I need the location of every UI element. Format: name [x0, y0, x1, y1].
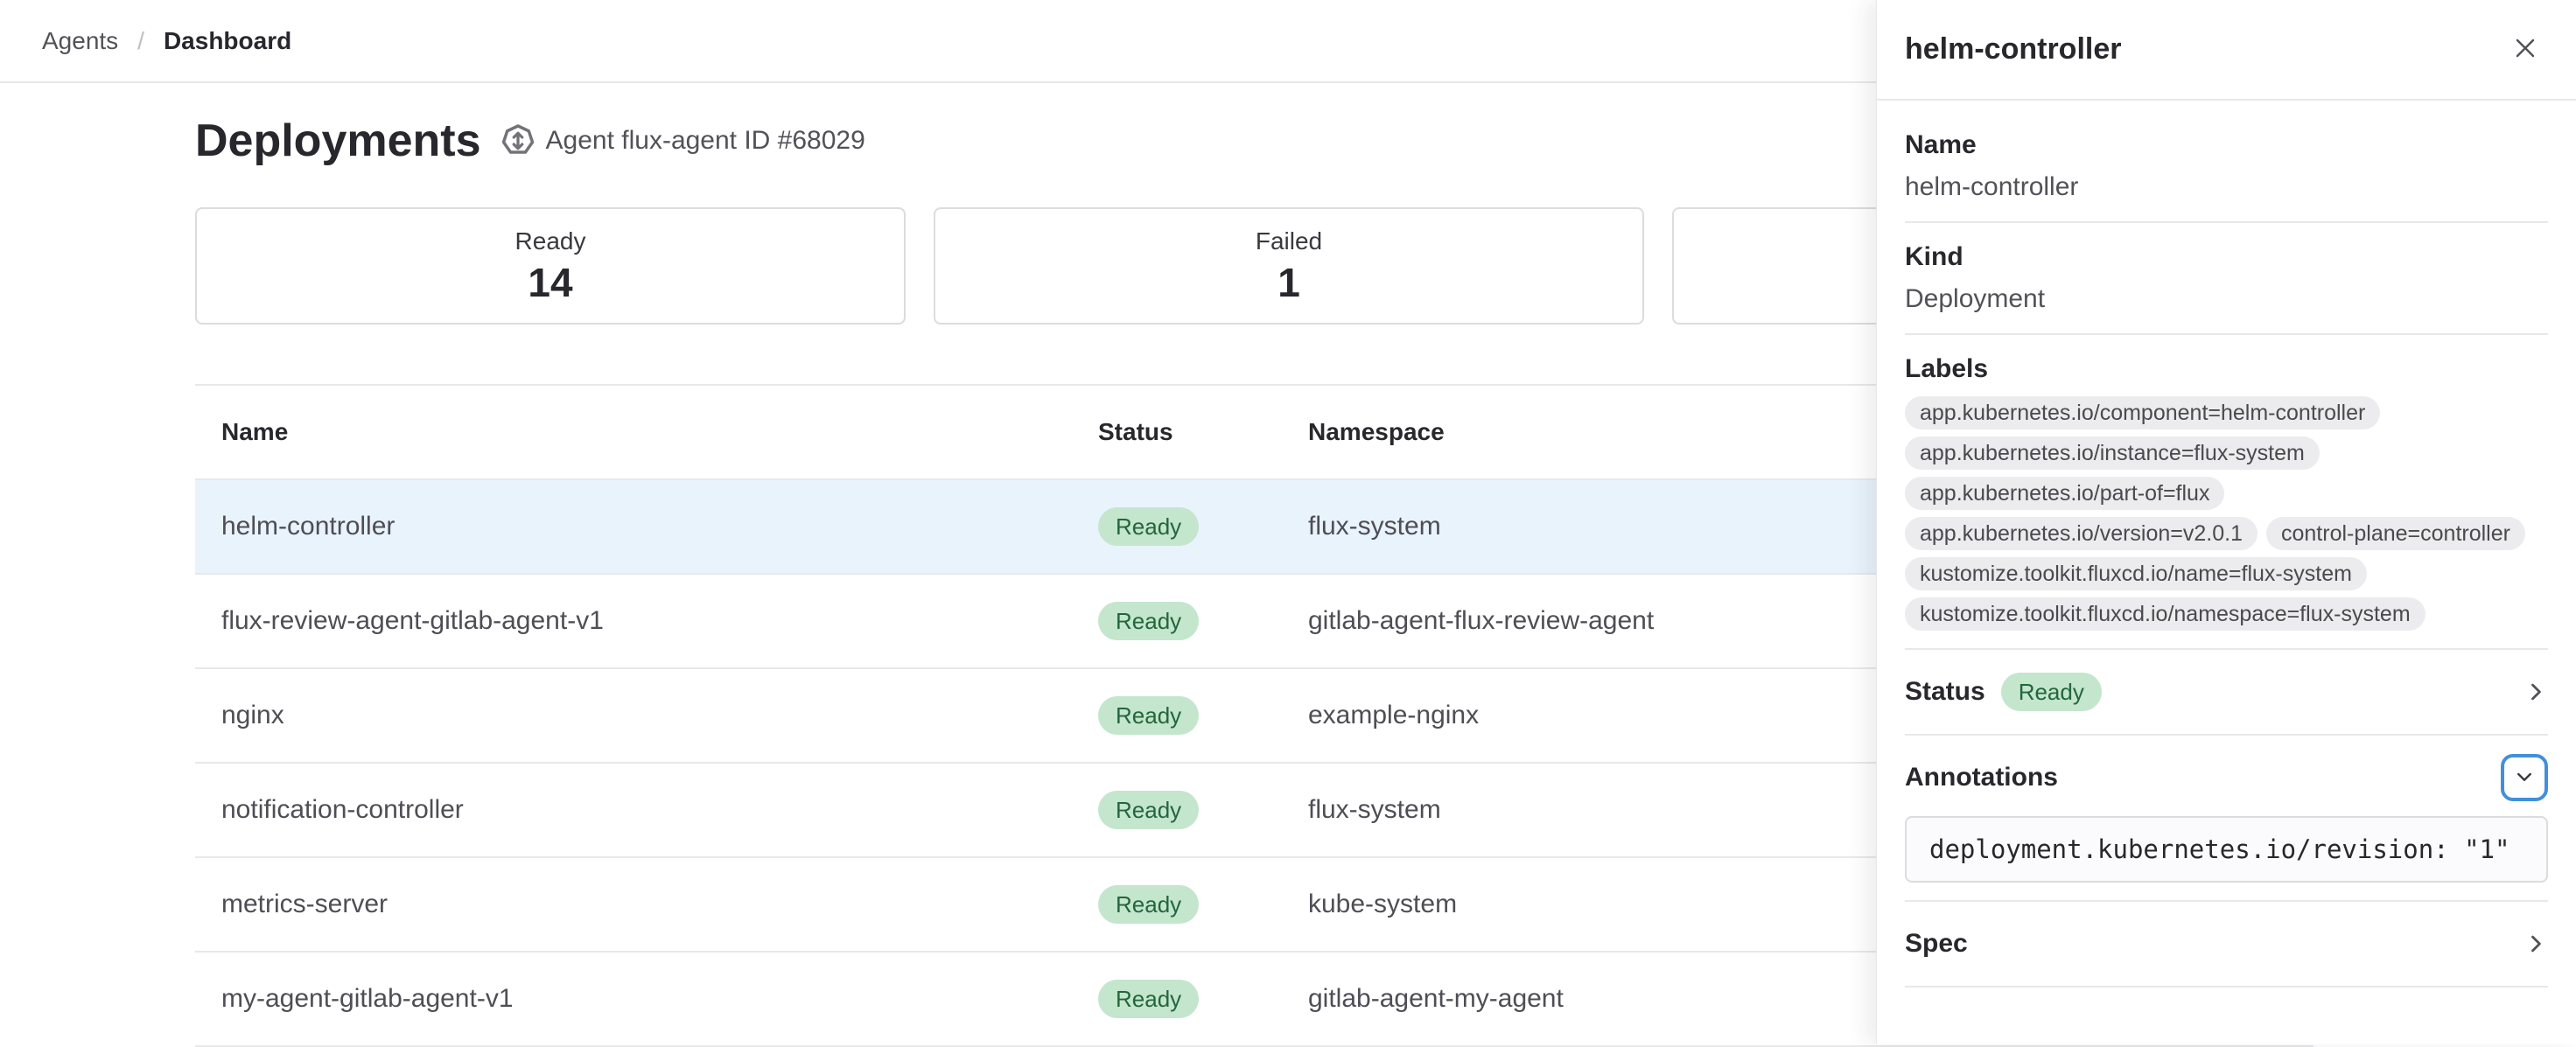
row-name-cell: metrics-server — [195, 890, 1098, 919]
drawer-title: helm-controller — [1905, 32, 2121, 66]
status-badge: Ready — [1098, 696, 1199, 735]
chevron-down-icon — [2514, 766, 2535, 790]
resource-details-drawer: helm-controller Name helm-controller Kin… — [1876, 0, 2576, 1044]
summary-card-value: 1 — [1278, 262, 1300, 304]
row-status-cell: Ready — [1098, 980, 1308, 1018]
chip-row: app.kubernetes.io/component=helm-control… — [1905, 396, 2380, 429]
status-badge: Ready — [1098, 507, 1199, 546]
section-spec[interactable]: Spec — [1905, 902, 2548, 988]
section-name-heading: Name — [1905, 129, 2548, 162]
row-name-cell: flux-review-agent-gitlab-agent-v1 — [195, 606, 1098, 636]
summary-card-label: Failed — [1256, 228, 1322, 255]
status-badge: Ready — [1098, 885, 1199, 924]
section-labels: Labels app.kubernetes.io/component=helm-… — [1905, 335, 2548, 650]
label-chip: app.kubernetes.io/instance=flux-system — [1905, 436, 2320, 470]
breadcrumb-separator: / — [137, 27, 144, 55]
summary-card-value: 14 — [528, 262, 572, 304]
section-status-heading: Status — [1905, 675, 1985, 708]
column-header-name: Name — [195, 418, 1098, 446]
label-chip: kustomize.toolkit.fluxcd.io/name=flux-sy… — [1905, 557, 2367, 590]
chevron-right-icon[interactable] — [2524, 680, 2548, 704]
summary-card: Ready 14 — [195, 207, 906, 325]
section-spec-heading: Spec — [1905, 927, 1968, 960]
status-badge: Ready — [1098, 980, 1199, 1018]
chip-row: kustomize.toolkit.fluxcd.io/name=flux-sy… — [1905, 557, 2367, 590]
close-icon — [2512, 35, 2538, 64]
row-status-cell: Ready — [1098, 885, 1308, 924]
row-name-cell: notification-controller — [195, 795, 1098, 825]
row-name-cell: nginx — [195, 701, 1098, 730]
agent-label: Agent flux-agent ID #68029 — [546, 126, 865, 156]
chip-row: kustomize.toolkit.fluxcd.io/namespace=fl… — [1905, 597, 2426, 631]
page-title: Deployments — [195, 114, 481, 168]
drawer-status-badge: Ready — [2001, 673, 2102, 711]
section-labels-heading: Labels — [1905, 352, 2548, 386]
section-name: Name helm-controller — [1905, 111, 2548, 223]
label-chip: kustomize.toolkit.fluxcd.io/namespace=fl… — [1905, 597, 2426, 631]
label-chip: app.kubernetes.io/component=helm-control… — [1905, 396, 2380, 429]
drawer-body: Name helm-controller Kind Deployment Lab… — [1877, 101, 2576, 988]
section-annotations: Annotations deployment.kubernetes.io/rev… — [1905, 736, 2548, 902]
breadcrumb-agents[interactable]: Agents — [42, 27, 118, 55]
chip-row: app.kubernetes.io/instance=flux-system — [1905, 436, 2320, 470]
chip-row: app.kubernetes.io/part-of=flux — [1905, 477, 2224, 510]
row-name-cell: my-agent-gitlab-agent-v1 — [195, 984, 1098, 1014]
chip-row: app.kubernetes.io/version=v2.0.1control-… — [1905, 517, 2525, 550]
row-name-cell: helm-controller — [195, 512, 1098, 541]
drawer-header: helm-controller — [1877, 0, 2576, 101]
breadcrumb-dashboard: Dashboard — [164, 27, 291, 55]
row-status-cell: Ready — [1098, 507, 1308, 546]
label-chip: control-plane=controller — [2266, 517, 2525, 550]
section-status[interactable]: Status Ready — [1905, 650, 2548, 736]
kubernetes-agent-icon — [500, 123, 536, 158]
section-name-value: helm-controller — [1905, 171, 2548, 204]
section-kind: Kind Deployment — [1905, 223, 2548, 335]
agent-info: Agent flux-agent ID #68029 — [500, 123, 865, 158]
status-badge: Ready — [1098, 602, 1199, 640]
row-status-cell: Ready — [1098, 791, 1308, 829]
section-annotations-heading: Annotations — [1905, 761, 2058, 794]
row-status-cell: Ready — [1098, 696, 1308, 735]
label-chip: app.kubernetes.io/part-of=flux — [1905, 477, 2224, 510]
section-kind-value: Deployment — [1905, 283, 2548, 316]
summary-card-label: Ready — [515, 228, 586, 255]
label-chip: app.kubernetes.io/version=v2.0.1 — [1905, 517, 2258, 550]
status-badge: Ready — [1098, 791, 1199, 829]
section-kind-heading: Kind — [1905, 241, 2548, 274]
annotations-code-block: deployment.kubernetes.io/revision: "1" — [1905, 816, 2548, 883]
labels-chip-rows: app.kubernetes.io/component=helm-control… — [1905, 396, 2548, 631]
chevron-right-icon[interactable] — [2524, 932, 2548, 956]
annotations-collapse-button[interactable] — [2501, 754, 2548, 801]
summary-card: Failed 1 — [934, 207, 1644, 325]
close-button[interactable] — [2502, 27, 2548, 73]
row-status-cell: Ready — [1098, 602, 1308, 640]
column-header-status: Status — [1098, 418, 1308, 446]
